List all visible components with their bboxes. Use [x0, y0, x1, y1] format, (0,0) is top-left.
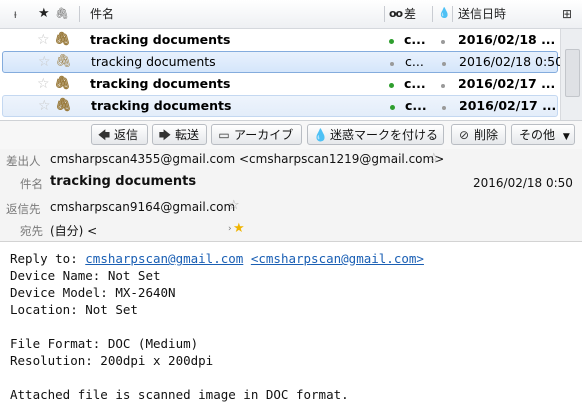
unread-dot-icon[interactable] [390, 96, 395, 116]
read-dot-icon[interactable] [390, 52, 394, 72]
attachment-icon: 🖇 [55, 98, 72, 113]
attachment-icon: 🖇 [54, 32, 71, 47]
status-dot-icon[interactable] [441, 73, 445, 95]
status-dot-icon[interactable] [442, 52, 446, 72]
star-column-icon[interactable]: ★ [38, 0, 50, 28]
link-column-icon[interactable]: oo [389, 0, 403, 28]
attachment-column-icon[interactable]: 🖇 [55, 0, 69, 28]
delete-button[interactable]: ⊘ 削除 [451, 124, 506, 145]
row-sender: c... [404, 76, 426, 91]
thread-list-scrollbar[interactable] [560, 29, 582, 120]
star-empty-icon[interactable]: ☆ [37, 73, 50, 95]
message-header: 差出人 cmsharpscan4355@gmail.com <cmsharpsc… [0, 149, 582, 242]
row-date: 2016/02/17 ... [459, 98, 557, 113]
star-filled-icon[interactable]: ★ [233, 221, 245, 236]
to-value[interactable]: (自分) < [50, 222, 97, 239]
reply-to-prefix: Reply to: [10, 251, 86, 266]
row-date: 2016/02/17 ... [458, 76, 556, 91]
archive-box-icon: ▭ [218, 128, 230, 142]
mark-junk-button[interactable]: 💧 迷惑マークを付ける [307, 124, 444, 145]
from-label: 差出人 [6, 154, 41, 168]
junk-flame-icon: 💧 [313, 128, 328, 142]
row-sender: c... [405, 54, 424, 69]
attached-note-line: Attached file is scanned image in DOC fo… [10, 387, 349, 402]
reply-to-value[interactable]: cmsharpscan9164@gmail.com [50, 200, 235, 214]
subject-value: tracking documents [50, 174, 197, 189]
device-model-line: Device Model: MX-2640N [10, 285, 176, 300]
row-subject: tracking documents [91, 98, 232, 113]
star-empty-icon[interactable]: ☆ [37, 29, 50, 51]
thread-column-icon[interactable]: ᵼ [14, 0, 17, 28]
status-column-icon[interactable]: 💧 [438, 0, 450, 28]
message-body: Reply to: cmsharpscan@gmail.com <cmsharp… [0, 242, 582, 410]
chevron-right-icon: › [228, 224, 232, 234]
row-date: 2016/02/18 0:50 [459, 54, 564, 69]
reply-to-label: 返信先 [6, 202, 41, 216]
message-row[interactable]: ☆ 🖇 tracking documents c... 2016/02/17 .… [2, 95, 558, 117]
reply-to-line: Reply to: cmsharpscan@gmail.com <cmsharp… [10, 251, 424, 266]
resolution-line: Resolution: 200dpi x 200dpi [10, 353, 214, 368]
star-empty-icon[interactable]: ☆ [38, 96, 51, 116]
forward-button[interactable]: 🡆 転送 [152, 124, 207, 145]
star-empty-icon[interactable]: ☆ [38, 52, 51, 72]
unread-dot-icon[interactable] [389, 29, 394, 51]
column-picker-icon[interactable]: ⊞ [562, 0, 572, 28]
archive-label: アーカイブ [234, 128, 294, 142]
other-actions-label: その他 [519, 128, 556, 142]
to-label: 宛先 [20, 224, 43, 238]
thread-list: ᵼ ★ 🖇 件名 oo 差 💧 送信日時 ⊞ ☆ 🖇 tracking docu… [0, 0, 582, 120]
row-date: 2016/02/18 ... [458, 32, 556, 47]
delete-label: 削除 [474, 128, 499, 142]
star-empty-icon[interactable]: ☆ [428, 151, 440, 166]
status-dot-icon[interactable] [442, 96, 446, 116]
device-name-line: Device Name: Not Set [10, 268, 161, 283]
date-value: 2016/02/18 0:50 [473, 176, 573, 190]
subject-label: 件名 [20, 177, 43, 191]
reply-button[interactable]: 🡄 返信 [91, 124, 148, 145]
column-header-sender[interactable]: 差 [404, 0, 416, 28]
row-subject: tracking documents [91, 54, 216, 69]
message-row[interactable]: ☆ 🖇 tracking documents c... 2016/02/18 .… [0, 29, 560, 51]
from-value[interactable]: cmsharpscan4355@gmail.com <cmsharpscan12… [50, 152, 444, 166]
file-format-line: File Format: DOC (Medium) [10, 336, 199, 351]
message-row-selected[interactable]: ☆ 🖇 tracking documents c... 2016/02/18 0… [2, 51, 563, 73]
location-line: Location: Not Set [10, 302, 138, 317]
reply-label: 返信 [114, 128, 139, 142]
delete-circle-icon: ⊘ [458, 128, 470, 142]
row-sender: c... [405, 98, 427, 113]
status-dot-icon[interactable] [441, 29, 445, 51]
star-empty-icon[interactable]: ☆ [228, 198, 240, 213]
row-sender: c... [404, 32, 426, 47]
column-header-subject[interactable]: 件名 [90, 0, 114, 28]
archive-button[interactable]: ▭ アーカイブ [211, 124, 302, 145]
row-subject: tracking documents [90, 76, 231, 91]
reply-to-link-bracketed[interactable]: <cmsharpscan@gmail.com> [251, 251, 424, 266]
unread-dot-icon[interactable] [389, 73, 394, 95]
other-actions-button[interactable]: その他 ▼ [511, 124, 575, 145]
forward-label: 転送 [175, 128, 200, 142]
message-row[interactable]: ☆ 🖇 tracking documents c... 2016/02/17 .… [0, 73, 560, 95]
reply-to-link[interactable]: cmsharpscan@gmail.com [85, 251, 243, 266]
reply-arrow-icon: 🡄 [97, 128, 111, 142]
column-header-date[interactable]: 送信日時 [458, 0, 506, 28]
attachment-icon: 🖇 [54, 76, 71, 91]
thread-list-header: ᵼ ★ 🖇 件名 oo 差 💧 送信日時 ⊞ [0, 0, 582, 29]
mark-junk-label: 迷惑マークを付ける [330, 128, 439, 142]
forward-arrow-icon: 🡆 [158, 128, 172, 142]
row-subject: tracking documents [90, 32, 231, 47]
message-toolbar: 🡄 返信 🡆 転送 ▭ アーカイブ 💧 迷惑マークを付ける ⊘ 削除 その他 ▼ [0, 120, 582, 149]
attachment-icon: 🖇 [55, 54, 72, 69]
chevron-down-icon: ▼ [562, 132, 570, 142]
scrollbar-thumb[interactable] [565, 49, 580, 97]
